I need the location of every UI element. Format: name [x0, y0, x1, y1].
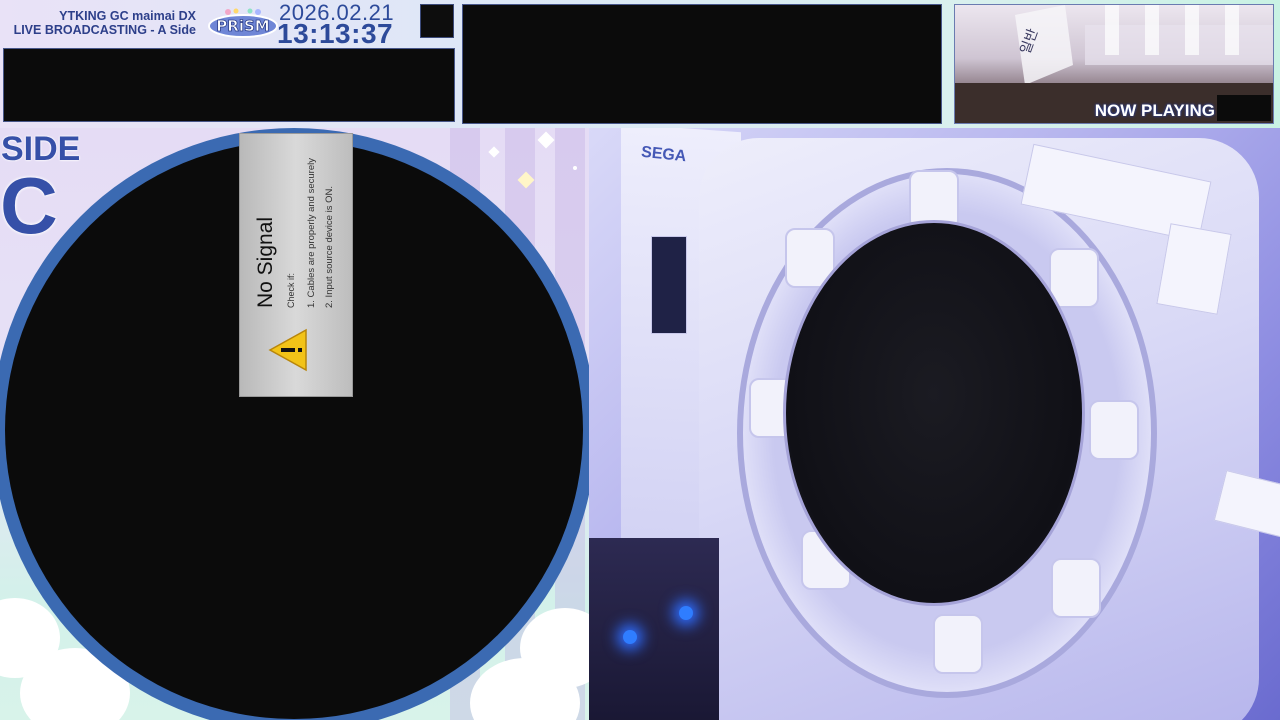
- cabinet-camera-feed: SEGA: [589, 128, 1280, 720]
- blue-led: [679, 606, 693, 620]
- title-line-1: YTKING GC maimai DX: [59, 9, 196, 23]
- prism-logo-icon: PRiSM: [208, 8, 278, 38]
- cabinet-screen: [783, 220, 1085, 606]
- no-signal-check: Check if:: [286, 272, 296, 308]
- warning-icon: [268, 328, 307, 372]
- cabinet-button: [1051, 558, 1101, 618]
- no-signal-dialog: No Signal Check if: 1. Cables are proper…: [239, 133, 353, 397]
- broadcast-title: YTKING GC maimai DX LIVE BROADCASTING - …: [10, 9, 196, 37]
- no-signal-line-1: 1. Cables are properly and securely: [306, 158, 317, 308]
- now-playing-label: NOW PLAYING: [1094, 101, 1215, 120]
- broadcast-clock: 13:13:37: [277, 18, 394, 49]
- top-bar: YTKING GC maimai DX LIVE BROADCASTING - …: [0, 0, 1280, 128]
- cabinet-button: [1049, 248, 1099, 308]
- small-black-panel: [420, 4, 454, 38]
- cabinet-button: [1089, 400, 1139, 460]
- no-signal-line-2: 2. Input source device is ON.: [324, 186, 335, 308]
- info-panel-center: [462, 4, 942, 124]
- no-signal-title: No Signal: [254, 216, 277, 308]
- svg-text:PRiSM: PRiSM: [216, 17, 269, 35]
- side-letter: C: [0, 161, 58, 250]
- title-line-2: LIVE BROADCASTING - A Side: [13, 23, 196, 37]
- cabinet-sticker: [651, 236, 687, 334]
- now-playing-box: [1217, 95, 1271, 121]
- cabinet-lower-shadow: [589, 538, 719, 720]
- cabinet-button: [933, 614, 983, 674]
- now-playing-camera: 일반 NOW PLAYING: [954, 4, 1274, 124]
- blue-led: [623, 630, 637, 644]
- info-panel-left: [3, 48, 455, 122]
